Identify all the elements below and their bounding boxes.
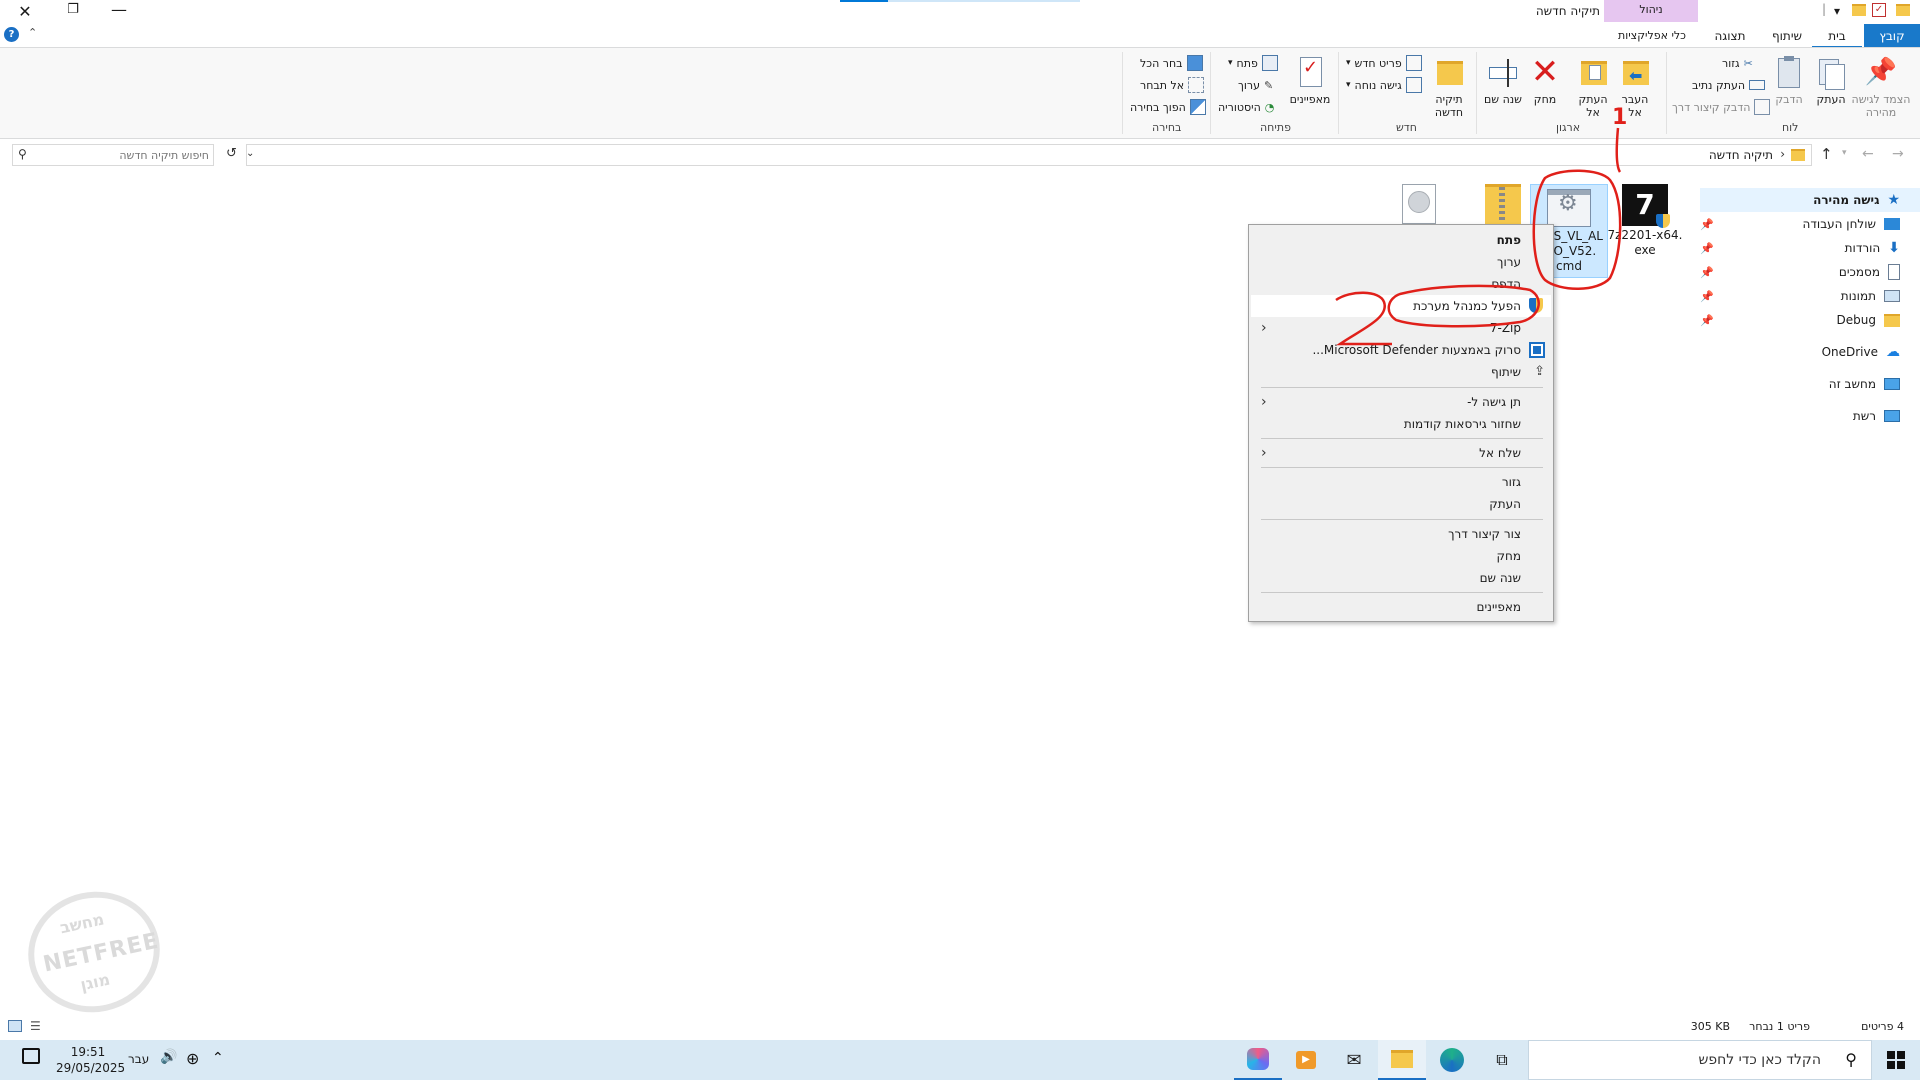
annotation-digit-2 xyxy=(1335,291,1392,346)
clock-time: 19:51 xyxy=(70,1045,106,1059)
annotation-label-2: 2 xyxy=(1346,341,1347,343)
status-item-count: 4 פריטים xyxy=(1861,1020,1904,1033)
taskbar: ⚲ הקלד כאן כדי לחפש ⧉ ✉ ▶ ⌃ ⊕ 🔊 עבר 19:5… xyxy=(0,1040,1920,1080)
taskbar-file-explorer[interactable] xyxy=(1378,1040,1426,1080)
volume-icon[interactable]: 🔊 xyxy=(160,1049,177,1065)
media-player-icon: ▶ xyxy=(1296,1051,1316,1069)
taskbar-edge[interactable] xyxy=(1428,1040,1476,1080)
large-icons-view-button[interactable]: ☰ xyxy=(30,1019,41,1033)
file-explorer-icon xyxy=(1391,1050,1413,1068)
show-hidden-icons-button[interactable]: ⌃ xyxy=(212,1050,224,1066)
taskbar-search-icon: ⚲ xyxy=(1845,1050,1857,1069)
annotation-arrow-1 xyxy=(1615,127,1622,173)
taskbar-mail[interactable]: ✉ xyxy=(1330,1040,1378,1080)
watermark-top: מחשב xyxy=(58,909,106,938)
annotation-circle-run-as-admin xyxy=(1387,284,1540,328)
watermark-bottom: מוגן xyxy=(78,969,112,995)
clock[interactable]: 19:51 29/05/2025 xyxy=(56,1044,126,1076)
annotation-label-1: 1 xyxy=(1612,105,1627,130)
taskbar-search-placeholder: הקלד כאן כדי לחפש xyxy=(1698,1052,1821,1068)
windows-logo-icon xyxy=(1887,1051,1905,1069)
edge-icon xyxy=(1440,1048,1464,1072)
language-indicator[interactable]: עבר xyxy=(128,1052,149,1066)
clock-date: 29/05/2025 xyxy=(56,1061,126,1075)
task-view-button[interactable]: ⧉ xyxy=(1478,1040,1526,1080)
start-button[interactable] xyxy=(1872,1040,1920,1080)
taskbar-media-player[interactable]: ▶ xyxy=(1282,1040,1330,1080)
annotation-circle-file xyxy=(1532,169,1622,290)
status-size: 305 KB xyxy=(1690,1020,1730,1033)
network-globe-icon[interactable]: ⊕ xyxy=(186,1049,199,1068)
taskbar-copilot[interactable] xyxy=(1234,1040,1282,1080)
annotation-overlay: 1 2 xyxy=(1335,105,1627,346)
status-bar: 4 פריטים פריט 1 נבחר 305 KB ☰ xyxy=(0,1016,1920,1038)
task-view-icon: ⧉ xyxy=(1496,1050,1508,1069)
details-view-button[interactable] xyxy=(8,1020,22,1032)
taskbar-search-box[interactable]: ⚲ הקלד כאן כדי לחפש xyxy=(1528,1040,1872,1080)
notification-center-button[interactable] xyxy=(22,1048,40,1064)
copilot-icon xyxy=(1247,1048,1269,1070)
status-selected: פריט 1 נבחר xyxy=(1749,1020,1810,1033)
mail-icon: ✉ xyxy=(1346,1049,1362,1071)
